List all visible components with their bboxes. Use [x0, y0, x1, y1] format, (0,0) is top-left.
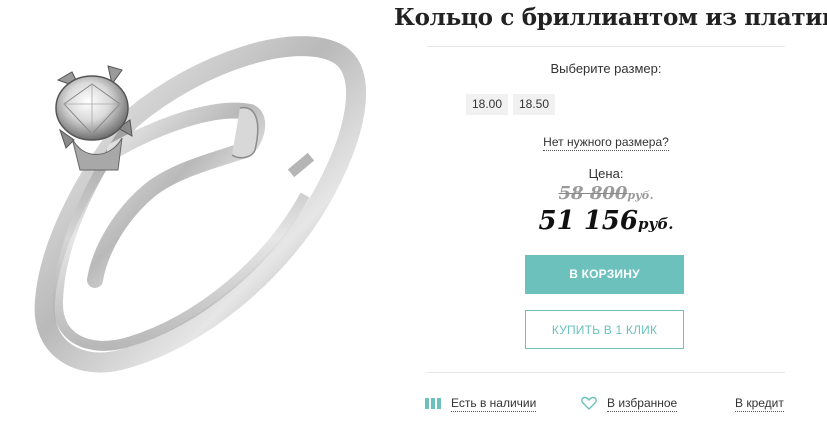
credit-action[interactable]: В кредит — [735, 396, 784, 412]
old-price-value: 58 800 — [558, 183, 628, 204]
size-select-label: Выберите размер: — [550, 61, 662, 76]
old-price-currency: руб. — [627, 189, 654, 202]
size-option-2[interactable]: 18.50 — [513, 94, 556, 115]
size-option-1[interactable]: 18.00 — [466, 94, 509, 115]
current-price-value: 51 156 — [538, 206, 638, 236]
product-title: Кольцо с бриллиантом из платины — [394, 4, 827, 31]
stock-status: Есть в наличии — [425, 396, 537, 412]
old-price: 58 800руб. — [427, 183, 785, 204]
stock-bars-icon — [425, 398, 443, 412]
add-to-cart-button[interactable]: В КОРЗИНУ — [525, 255, 684, 294]
divider-top — [427, 46, 785, 47]
price-label: Цена: — [588, 166, 624, 181]
divider-bottom — [427, 372, 785, 373]
favorites-action[interactable]: В избранное — [581, 396, 678, 413]
buy-one-click-button[interactable]: КУПИТЬ В 1 КЛИК — [525, 310, 684, 349]
no-size-link-wrap: Нет нужного размера? — [427, 133, 785, 151]
credit-label[interactable]: В кредит — [735, 396, 784, 412]
heart-icon — [581, 396, 597, 413]
favorites-label[interactable]: В избранное — [607, 396, 678, 412]
stock-status-label[interactable]: Есть в наличии — [451, 396, 537, 412]
product-photo[interactable] — [0, 0, 405, 421]
no-size-link[interactable]: Нет нужного размера? — [543, 135, 669, 151]
current-price: 51 156руб. — [427, 206, 785, 236]
current-price-currency: руб. — [638, 215, 674, 233]
